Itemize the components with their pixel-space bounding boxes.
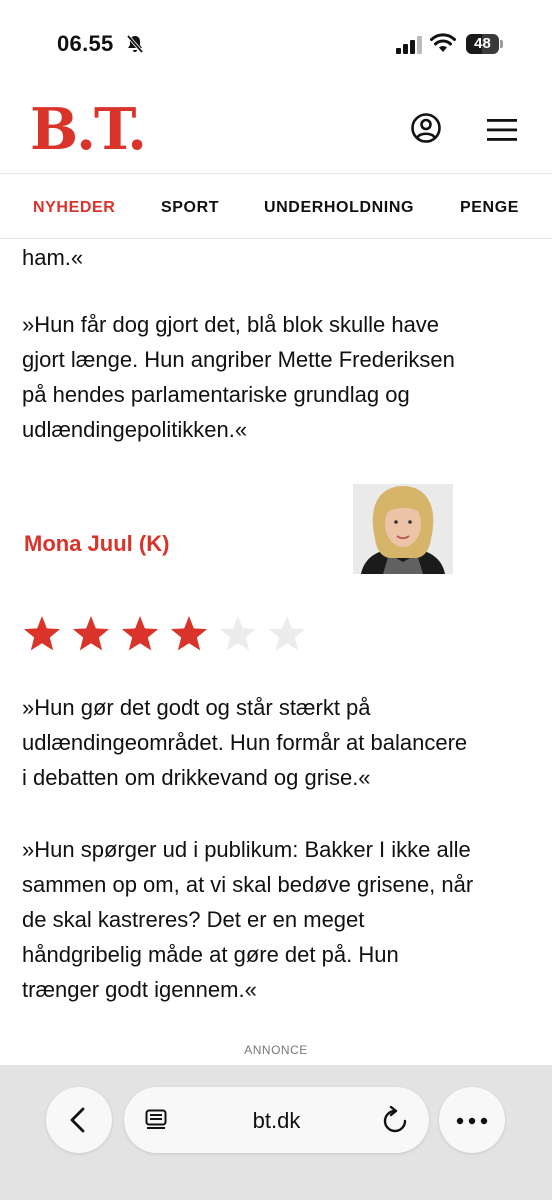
browser-toolbar: bt.dk [0,1065,552,1200]
article-paragraph: ham.« [22,245,84,270]
site-header: B.T. [0,90,552,174]
article-paragraph: »Hun spørger ud i publikum: Bakker I ikk… [22,837,474,1002]
user-profile-icon[interactable] [410,112,442,149]
status-bar: 06.55 48 [0,0,552,90]
person-name: Mona Juul (K) [24,531,170,556]
star-empty-icon [219,616,257,651]
nav-item-penge[interactable]: PENGE [460,199,519,217]
nav-item-sport[interactable]: SPORT [161,199,219,217]
ad-label: ANNONCE [244,1043,308,1057]
wifi-icon [430,33,456,58]
star-filled-icon [72,616,110,651]
person-photo [353,484,453,574]
star-filled-icon [170,616,208,651]
article-paragraph: »Hun gør det godt og står stærkt på udlæ… [22,695,468,790]
star-filled-icon [121,616,159,651]
bell-muted-icon [125,34,145,59]
bt-logo[interactable]: B.T. [30,100,147,160]
section-nav: NYHEDER SPORT UNDERHOLDNING PENGE [0,175,552,239]
article-paragraph: »Hun får dog gjort det, blå blok skulle … [22,312,455,442]
reload-icon[interactable] [382,1105,408,1139]
ellipsis-icon [456,1117,488,1125]
battery-icon: 48 [466,34,503,54]
more-options-button[interactable] [439,1087,505,1153]
nav-item-nyheder[interactable]: NYHEDER [33,199,115,217]
cellular-signal-icon [396,36,424,59]
hamburger-menu-icon[interactable] [487,118,517,147]
star-empty-icon [268,616,306,651]
star-filled-icon [23,616,61,651]
address-bar[interactable]: bt.dk [124,1087,429,1153]
battery-percent: 48 [474,35,491,52]
nav-item-underholdning[interactable]: UNDERHOLDNING [264,199,414,217]
back-button[interactable] [46,1087,112,1153]
status-time: 06.55 [57,31,114,56]
chevron-left-icon [70,1107,85,1133]
